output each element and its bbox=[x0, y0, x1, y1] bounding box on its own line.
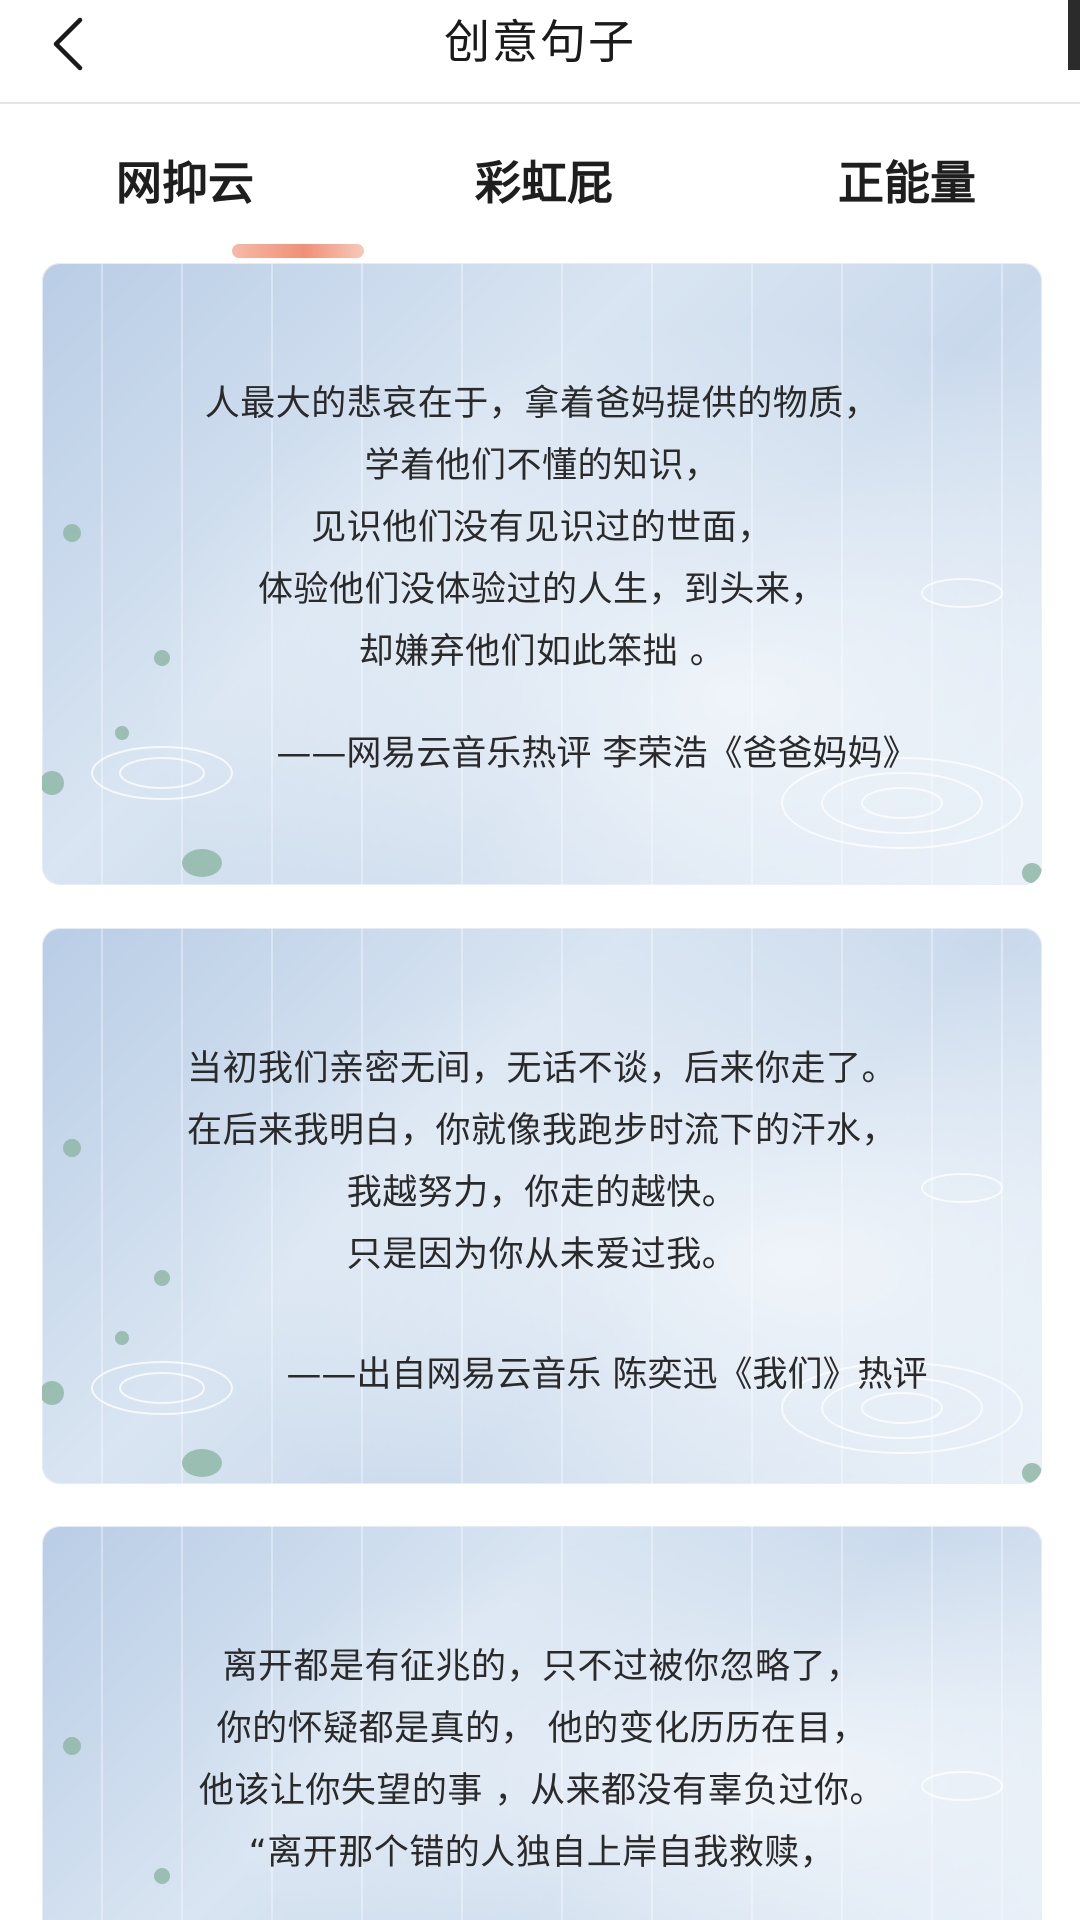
quote-source: ——出自网易云音乐 陈奕迅《我们》热评 bbox=[286, 1355, 928, 1395]
quote-line: 离开都是有征兆的，只不过被你忽略了， bbox=[222, 1647, 862, 1687]
tab-label: 正能量 bbox=[838, 156, 976, 210]
top-app-bar: 创意句子 bbox=[0, 0, 1080, 104]
quote-line: 当初我们亲密无间，无话不谈，后来你走了。 bbox=[186, 1049, 897, 1089]
quote-source: ——网易云音乐热评 李荣浩《爸爸妈妈》 bbox=[276, 734, 918, 774]
scrollbar-thumb[interactable] bbox=[1068, 0, 1080, 70]
tab-wangyiyun[interactable]: 网抑云 bbox=[116, 152, 364, 258]
quote-text: 离开都是有征兆的，只不过被你忽略了， 你的怀疑都是真的， 他的变化历历在目， 他… bbox=[42, 1526, 1042, 1884]
tab-label: 网抑云 bbox=[116, 156, 254, 210]
quote-line: 人最大的悲哀在于，拿着爸妈提供的物质， bbox=[204, 384, 880, 424]
category-tabs: 网抑云 彩虹屁 正能量 bbox=[0, 104, 1080, 258]
quote-line: “离开那个错的人独自上岸自我救赎， bbox=[248, 1833, 836, 1873]
quote-line: 却嫌弃他们如此笨拙 。 bbox=[358, 632, 726, 672]
quote-line: 见识他们没有见识过的世面， bbox=[311, 508, 773, 548]
page-title: 创意句子 bbox=[444, 15, 636, 69]
tab-zhengnengliang[interactable]: 正能量 bbox=[838, 152, 976, 214]
quote-line: 学着他们不懂的知识， bbox=[364, 446, 720, 486]
quote-line: 在后来我明白，你就像我跑步时流下的汗水， bbox=[186, 1111, 897, 1151]
quote-card[interactable]: 当初我们亲密无间，无话不谈，后来你走了。 在后来我明白，你就像我跑步时流下的汗水… bbox=[42, 928, 1042, 1484]
quote-line: 体验他们没体验过的人生，到头来， bbox=[257, 570, 826, 610]
quote-text: 当初我们亲密无间，无话不谈，后来你走了。 在后来我明白，你就像我跑步时流下的汗水… bbox=[42, 928, 1042, 1286]
quote-line: 只是因为你从未爱过我。 bbox=[346, 1235, 738, 1275]
quote-card[interactable]: 离开都是有征兆的，只不过被你忽略了， 你的怀疑都是真的， 他的变化历历在目， 他… bbox=[42, 1526, 1042, 1920]
quote-line: 我越努力，你走的越快。 bbox=[346, 1173, 738, 1213]
app-screen: 创意句子 网抑云 彩虹屁 正能量 人最大的悲哀在于，拿着爸妈提供的物质， 学着他… bbox=[0, 0, 1080, 1920]
tab-label: 彩虹屁 bbox=[475, 156, 613, 210]
quote-line: 你的怀疑都是真的， 他的变化历历在目， bbox=[216, 1709, 868, 1749]
quote-text: 人最大的悲哀在于，拿着爸妈提供的物质， 学着他们不懂的知识， 见识他们没有见识过… bbox=[42, 263, 1042, 683]
active-tab-indicator bbox=[232, 244, 364, 258]
tab-caihongpi[interactable]: 彩虹屁 bbox=[475, 152, 613, 214]
quote-line: 他该让你失望的事 ，从来都没有辜负过你。 bbox=[198, 1771, 886, 1811]
quote-card[interactable]: 人最大的悲哀在于，拿着爸妈提供的物质， 学着他们不懂的知识， 见识他们没有见识过… bbox=[42, 263, 1042, 885]
